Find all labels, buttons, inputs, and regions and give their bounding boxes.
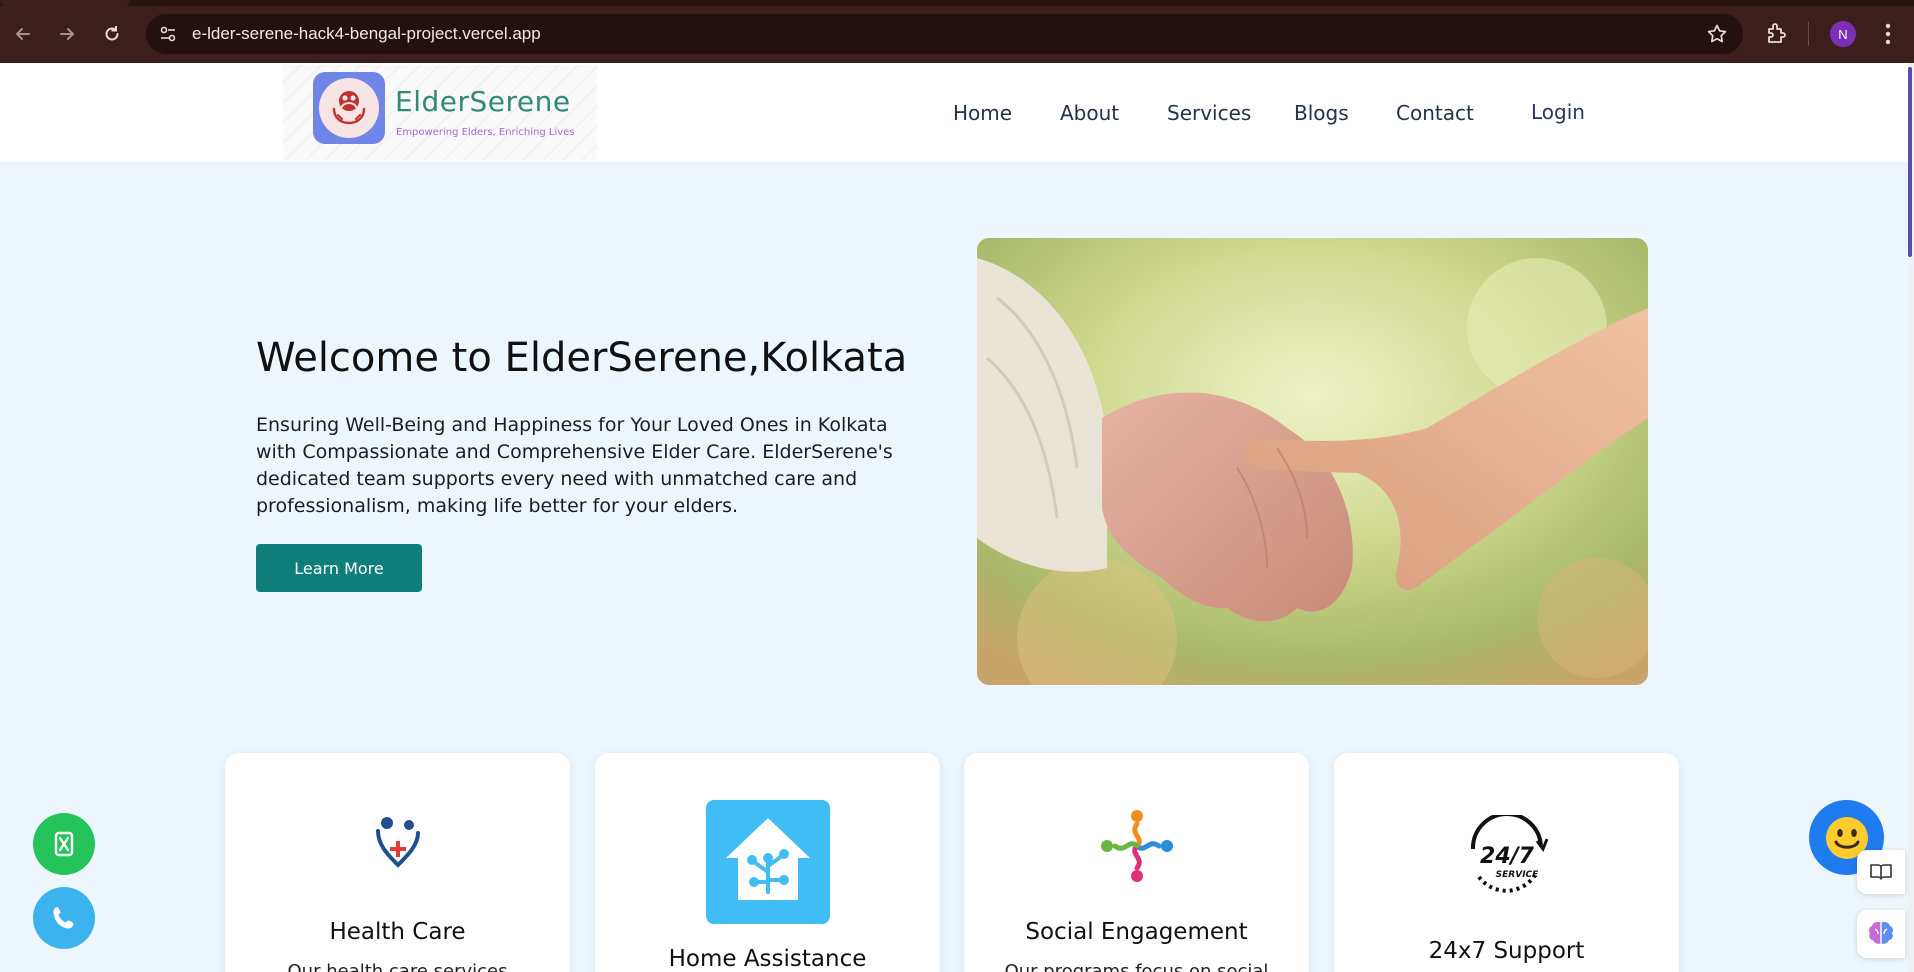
hero-holding-hands-image	[977, 238, 1648, 685]
24-7-text: 24/7	[1480, 844, 1535, 869]
call-button[interactable]	[33, 887, 95, 949]
whatsapp-icon	[54, 831, 74, 857]
nav-contact[interactable]: Contact	[1396, 101, 1474, 125]
card-title: Social Engagement	[1025, 919, 1248, 945]
card-title: 24x7 Support	[1428, 938, 1585, 964]
card-description: Our programs focus on social	[1004, 961, 1269, 972]
page-scrollbar[interactable]	[1908, 63, 1914, 972]
hero-description: Ensuring Well-Being and Happiness for Yo…	[256, 414, 893, 517]
brain-icon	[1868, 922, 1894, 944]
bookmark-star-icon[interactable]	[1705, 22, 1729, 46]
extensions-icon[interactable]	[1764, 20, 1790, 46]
url-text[interactable]: e-lder-serene-hack4-bengal-project.verce…	[192, 24, 541, 44]
browser-chrome: e-lder-serene-hack4-bengal-project.verce…	[0, 0, 1914, 63]
profile-avatar[interactable]: N	[1830, 21, 1856, 47]
forward-arrow-icon[interactable]	[53, 20, 81, 48]
main-nav: Home About Services Blogs Contact Login	[0, 100, 1908, 131]
card-title: Home Assistance	[668, 946, 867, 972]
reload-icon[interactable]	[98, 20, 126, 48]
hero-title: Welcome to ElderSerene,Kolkata	[256, 335, 908, 381]
smart-home-icon	[705, 800, 830, 924]
ai-assistant-button[interactable]	[1857, 910, 1905, 958]
nav-blogs[interactable]: Blogs	[1294, 101, 1349, 125]
health-care-icon	[372, 813, 424, 875]
feature-card-24x7-support[interactable]: 24/7 SERVICE 24x7 Support	[1334, 753, 1679, 972]
active-tab-stub[interactable]	[0, 0, 130, 6]
nav-services[interactable]: Services	[1167, 101, 1251, 125]
scrollbar-thumb[interactable]	[1908, 67, 1912, 257]
nav-home[interactable]: Home	[953, 101, 1012, 125]
24-7-service-icon: 24/7 SERVICE	[1459, 812, 1555, 899]
reading-mode-button[interactable]	[1857, 850, 1905, 894]
address-bar[interactable]: e-lder-serene-hack4-bengal-project.verce…	[146, 14, 1743, 54]
learn-more-button[interactable]: Learn More	[256, 544, 422, 592]
feature-card-social-engagement[interactable]: Social Engagement Our programs focus on …	[964, 753, 1309, 972]
site-header: ElderSerene Empowering Elders, Enriching…	[0, 63, 1908, 162]
card-description: Our health care services	[287, 961, 508, 972]
card-title: Health Care	[329, 919, 466, 945]
menu-kebab-icon[interactable]	[1876, 20, 1900, 48]
tab-strip	[0, 0, 1914, 6]
feature-card-health-care[interactable]: Health Care Our health care services	[225, 753, 570, 972]
whatsapp-button[interactable]	[33, 813, 95, 875]
book-icon	[1870, 864, 1892, 880]
login-link[interactable]: Login	[1531, 100, 1585, 124]
phone-icon	[53, 907, 74, 929]
feature-card-home-assistance[interactable]: Home Assistance	[595, 753, 940, 972]
social-engagement-icon	[1099, 808, 1175, 888]
toolbar-divider	[1808, 22, 1809, 46]
site-settings-icon[interactable]	[158, 24, 178, 44]
service-text: SERVICE	[1495, 870, 1538, 880]
back-arrow-icon[interactable]	[9, 20, 37, 48]
nav-about[interactable]: About	[1060, 101, 1119, 125]
